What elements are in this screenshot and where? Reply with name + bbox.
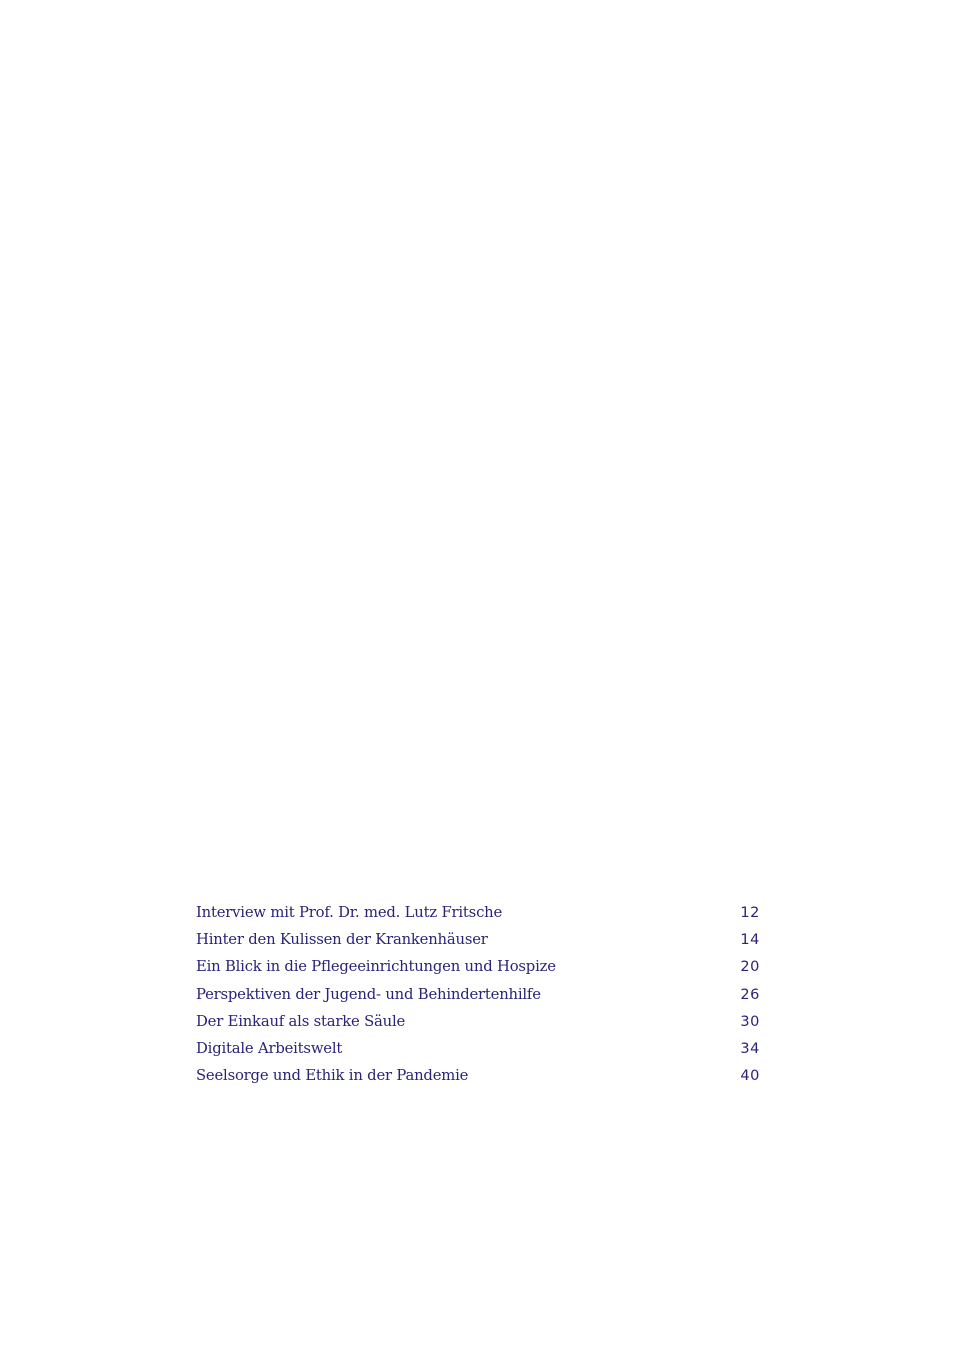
table-of-contents: Interview mit Prof. Dr. med. Lutz Fritsc… [196,899,760,1089]
toc-entry[interactable]: Seelsorge und Ethik in der Pandemie 40 [196,1062,760,1089]
toc-entry-title: Der Einkauf als starke Säule [196,1012,406,1030]
toc-entry[interactable]: Hinter den Kulissen der Krankenhäuser 14 [196,926,760,953]
toc-entry-title: Perspektiven der Jugend- und Behinderten… [196,985,541,1003]
toc-entry[interactable]: Der Einkauf als starke Säule 30 [196,1008,760,1035]
toc-entry[interactable]: Digitale Arbeitswelt 34 [196,1035,760,1062]
toc-entry-title: Ein Blick in die Pflegeeinrichtungen und… [196,958,556,976]
toc-entry[interactable]: Perspektiven der Jugend- und Behinderten… [196,981,760,1008]
toc-entry-page-number: 40 [740,1068,760,1085]
toc-entry-page-number: 20 [740,959,760,976]
toc-entry-page-number: 34 [740,1040,760,1057]
toc-entry-title: Digitale Arbeitswelt [196,1039,343,1057]
toc-entry[interactable]: Ein Blick in die Pflegeeinrichtungen und… [196,953,760,980]
toc-entry-page-number: 14 [740,932,760,949]
toc-entry-page-number: 30 [740,1013,760,1030]
toc-entry-title: Interview mit Prof. Dr. med. Lutz Fritsc… [196,904,503,921]
toc-entry-title: Hinter den Kulissen der Krankenhäuser [196,931,488,949]
toc-entry-page-number: 12 [740,905,760,921]
toc-entry-page-number: 26 [740,986,760,1003]
toc-entry[interactable]: Interview mit Prof. Dr. med. Lutz Fritsc… [196,899,760,926]
toc-entry-title: Seelsorge und Ethik in der Pandemie [196,1067,469,1085]
